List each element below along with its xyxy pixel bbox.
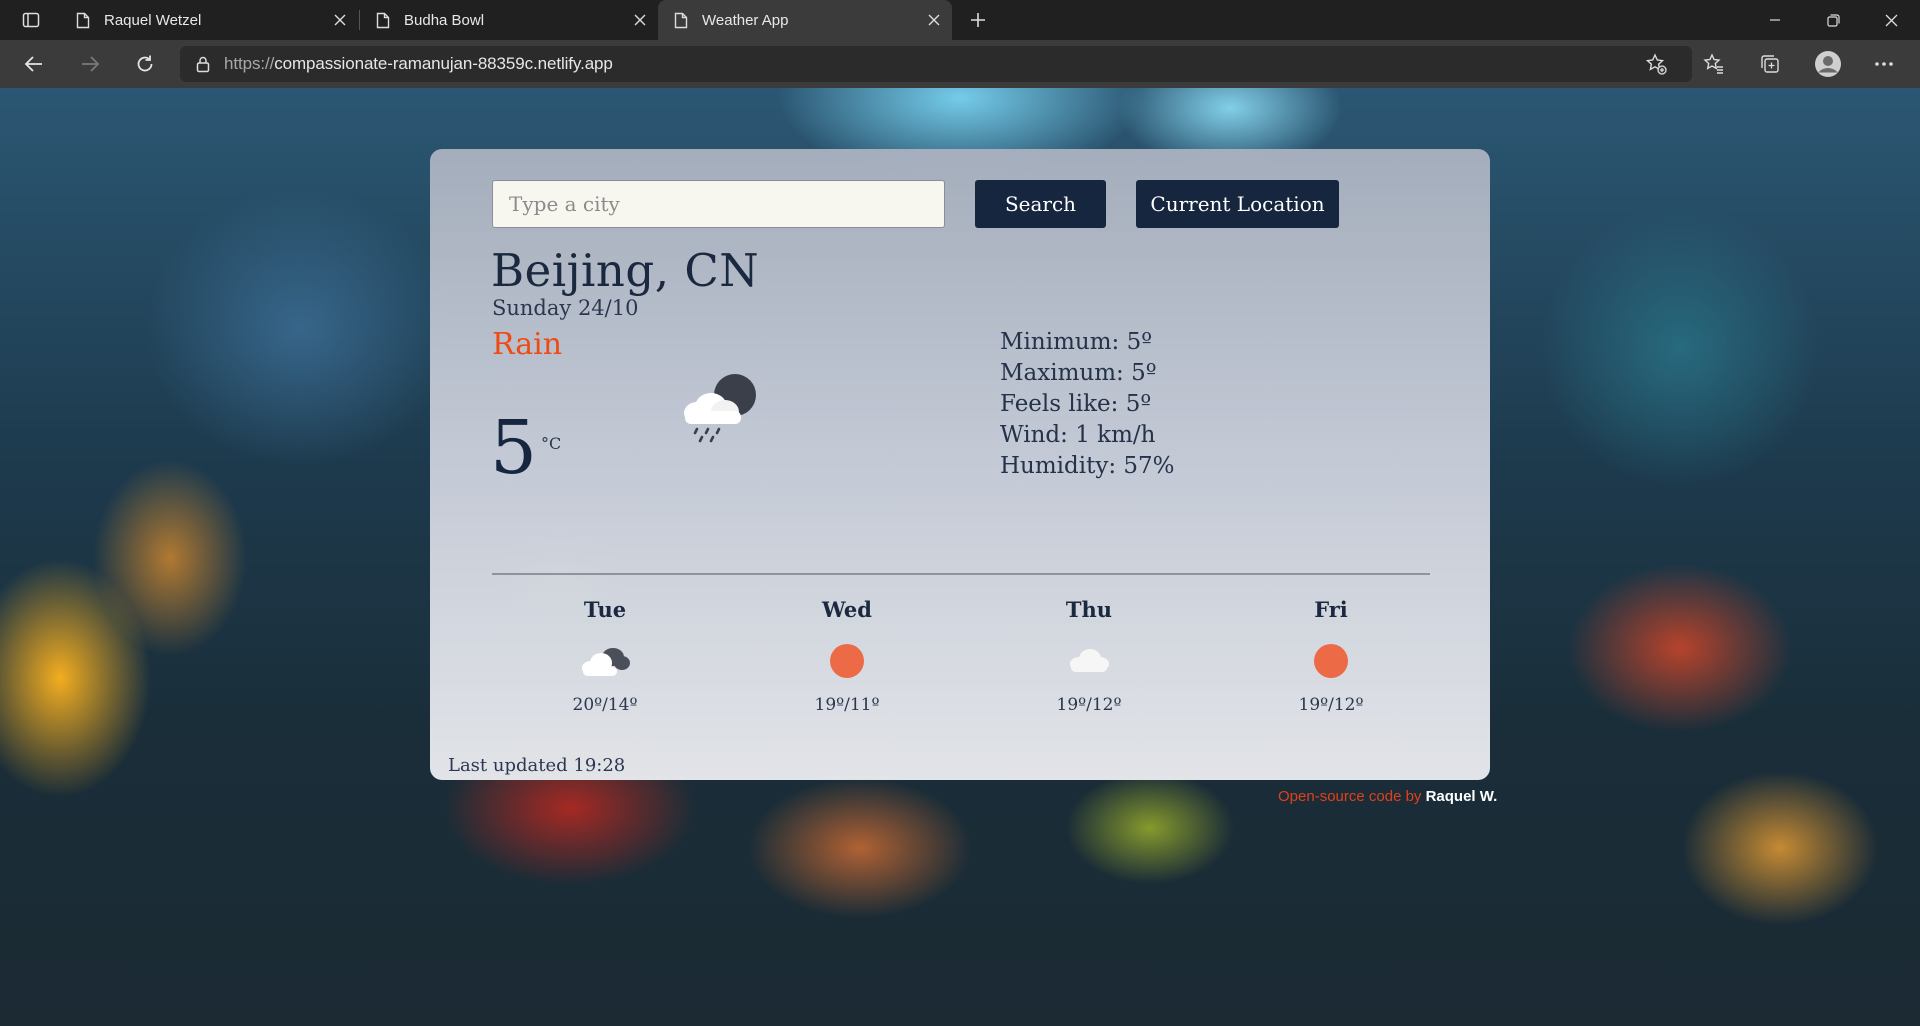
forecast-day: Fri 19º/12º bbox=[1261, 597, 1401, 715]
tab-actions-icon bbox=[22, 12, 40, 28]
refresh-button[interactable] bbox=[127, 48, 163, 80]
credit-link[interactable]: Open-source code by bbox=[1278, 788, 1421, 805]
celsius-unit[interactable]: °C bbox=[541, 434, 561, 453]
favorites-button[interactable] bbox=[1694, 48, 1734, 80]
current-temperature: 5 bbox=[490, 405, 538, 491]
tab-actions-button[interactable] bbox=[14, 8, 48, 32]
page-background: Search Current Location Beijing, CN Sund… bbox=[0, 88, 1920, 1026]
city-search-input[interactable] bbox=[492, 180, 945, 228]
forecast-range: 19º/12º bbox=[1298, 695, 1364, 715]
humidity: Humidity: 57% bbox=[1000, 453, 1175, 479]
forecast-day: Thu 19º/12º bbox=[1019, 597, 1159, 715]
add-favorite-button[interactable] bbox=[1636, 48, 1676, 80]
url-protocol: https:// bbox=[224, 54, 275, 73]
url-host: compassionate-ramanujan-88359c.netlify.a… bbox=[274, 54, 613, 73]
address-bar[interactable]: https://compassionate-ramanujan-88359c.n… bbox=[180, 46, 1692, 82]
tab-bar: Raquel Wetzel Budha Bowl Weather App bbox=[0, 0, 1920, 40]
more-options-button[interactable] bbox=[1864, 48, 1904, 80]
forecast-range: 20º/14º bbox=[572, 695, 638, 715]
restore-button[interactable] bbox=[1810, 0, 1856, 40]
tab-weather-app[interactable]: Weather App bbox=[658, 0, 952, 40]
sun-icon bbox=[830, 644, 864, 678]
maximum-temperature: Maximum: 5º bbox=[1000, 360, 1157, 386]
forecast-day-name: Fri bbox=[1314, 597, 1348, 622]
plus-icon bbox=[971, 13, 985, 27]
page-icon bbox=[76, 12, 90, 29]
forward-button[interactable] bbox=[72, 48, 108, 80]
forward-arrow-icon bbox=[82, 56, 100, 72]
close-icon bbox=[928, 14, 940, 26]
search-button[interactable]: Search bbox=[975, 180, 1106, 228]
forecast-range: 19º/12º bbox=[1056, 695, 1122, 715]
ellipsis-icon bbox=[1875, 62, 1893, 66]
minimize-button[interactable] bbox=[1752, 0, 1798, 40]
avatar-icon bbox=[1815, 51, 1841, 77]
cloud-icon bbox=[1070, 649, 1109, 672]
profile-button[interactable] bbox=[1808, 48, 1848, 80]
credit-author: Raquel W. bbox=[1425, 788, 1498, 805]
tab-title: Raquel Wetzel bbox=[104, 11, 202, 29]
divider bbox=[492, 573, 1430, 575]
close-icon bbox=[634, 14, 646, 26]
star-add-icon bbox=[1645, 53, 1667, 75]
partly-cloudy-night-icon bbox=[582, 648, 630, 676]
weather-card: Search Current Location Beijing, CN Sund… bbox=[430, 149, 1490, 780]
page-icon bbox=[376, 12, 390, 29]
browser-toolbar: https://compassionate-ramanujan-88359c.n… bbox=[0, 40, 1920, 88]
restore-icon bbox=[1826, 13, 1840, 27]
current-date: Sunday 24/10 bbox=[492, 296, 639, 320]
back-button[interactable] bbox=[16, 48, 52, 80]
current-location-button[interactable]: Current Location bbox=[1136, 180, 1339, 228]
favorites-icon bbox=[1703, 53, 1723, 74]
feels-like: Feels like: 5º bbox=[1000, 391, 1152, 417]
weather-description: Rain bbox=[492, 327, 563, 362]
tab-raquel-wetzel[interactable]: Raquel Wetzel bbox=[60, 0, 358, 40]
collections-button[interactable] bbox=[1750, 48, 1790, 80]
lock-icon[interactable] bbox=[196, 56, 210, 73]
city-name: Beijing, CN bbox=[491, 244, 760, 297]
tab-title: Weather App bbox=[702, 11, 789, 29]
close-tab-button[interactable] bbox=[626, 6, 654, 34]
sun-icon bbox=[1314, 644, 1348, 678]
last-updated: Last updated 19:28 bbox=[448, 755, 626, 776]
forecast-day: Tue 20º/14º bbox=[535, 597, 675, 715]
tab-budha-bowl[interactable]: Budha Bowl bbox=[360, 0, 658, 40]
collections-icon bbox=[1761, 55, 1779, 73]
close-window-button[interactable] bbox=[1868, 0, 1914, 40]
forecast-day-name: Thu bbox=[1065, 597, 1113, 622]
close-icon bbox=[334, 14, 346, 26]
forecast-range: 19º/11º bbox=[814, 695, 880, 715]
minimize-icon bbox=[1770, 19, 1780, 21]
page-icon bbox=[674, 12, 688, 29]
tab-title: Budha Bowl bbox=[404, 11, 485, 29]
url-text: https://compassionate-ramanujan-88359c.n… bbox=[224, 54, 613, 74]
forecast-day-name: Tue bbox=[583, 597, 627, 622]
close-tab-button[interactable] bbox=[326, 6, 354, 34]
source-credit: Open-source code by Raquel W. bbox=[1278, 788, 1497, 805]
back-arrow-icon bbox=[24, 56, 42, 72]
forecast-day: Wed 19º/11º bbox=[777, 597, 917, 715]
close-tab-button[interactable] bbox=[920, 6, 948, 34]
close-icon bbox=[1885, 14, 1897, 26]
new-tab-button[interactable] bbox=[962, 6, 994, 34]
minimum-temperature: Minimum: 5º bbox=[1000, 329, 1153, 355]
wind-speed: Wind: 1 km/h bbox=[1000, 422, 1156, 448]
night-rain-cloud-icon bbox=[684, 374, 756, 443]
refresh-icon bbox=[137, 55, 153, 72]
weather-details: Minimum: 5º Maximum: 5º Feels like: 5º W… bbox=[1000, 327, 1175, 482]
forecast-day-name: Wed bbox=[822, 597, 872, 622]
